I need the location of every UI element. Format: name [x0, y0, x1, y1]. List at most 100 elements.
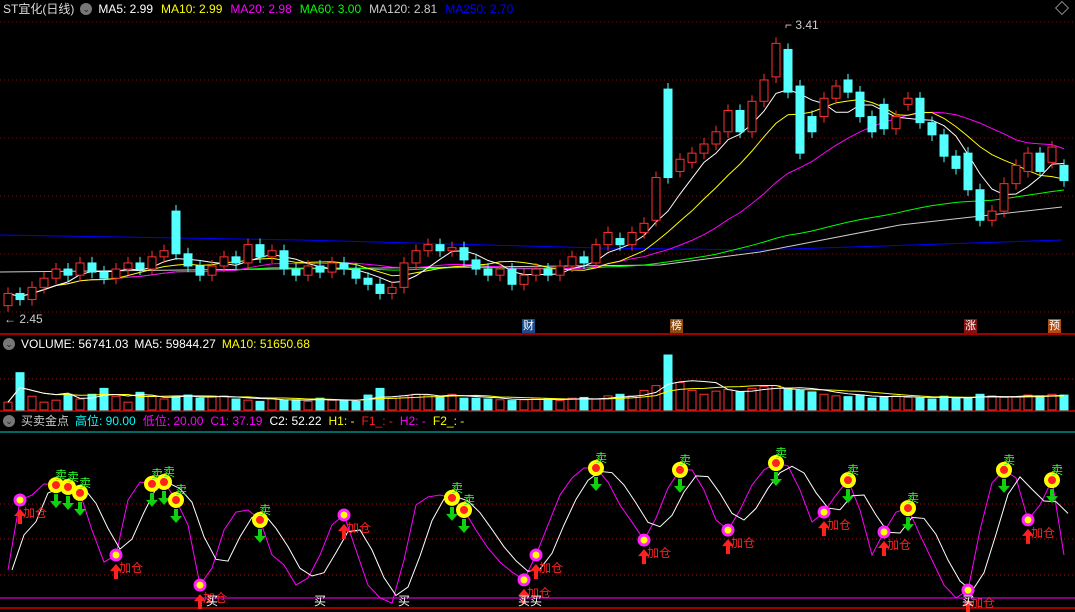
volume-bar [51, 399, 61, 411]
add-position-label: 加仓 [971, 596, 995, 610]
candle [963, 152, 973, 191]
sell-label: 卖 [1003, 453, 1015, 467]
volume-bar [891, 395, 901, 411]
volume-bar [807, 391, 817, 411]
candle [723, 109, 733, 133]
volume-bar [879, 396, 889, 411]
volume-bar [843, 396, 853, 411]
volume-bar [3, 401, 13, 411]
volume-bar [771, 385, 781, 411]
volume-bar [411, 393, 421, 411]
buy-label: 买 [398, 594, 410, 608]
add-position-label: 加仓 [23, 506, 47, 520]
candle [771, 42, 781, 78]
candle [231, 256, 241, 264]
volume-bar [111, 395, 121, 411]
add-position-label: 加仓 [827, 518, 851, 532]
volume-bar [651, 385, 661, 411]
candle [291, 268, 301, 276]
volume-bar [243, 399, 253, 411]
volume-bar [255, 400, 265, 411]
candle [531, 268, 541, 276]
down-arrow-icon [62, 495, 74, 510]
volume-bar [867, 397, 877, 411]
chart-canvas[interactable]: ⌐ 3.41← 2.45卖卖卖卖 卖卖卖卖卖卖卖卖卖卖卖卖加仓加仓加仓加仓加仓加仓… [0, 0, 1075, 612]
down-arrow-icon [170, 509, 182, 524]
candle [267, 250, 277, 258]
add-position-label: 加仓 [347, 521, 371, 535]
volume-bar [663, 354, 673, 411]
candle [315, 265, 325, 273]
volume-bar [303, 400, 313, 411]
volume-bar [459, 397, 469, 411]
add-point-icon [13, 493, 27, 507]
down-arrow-icon [590, 477, 602, 492]
volume-bar [831, 395, 841, 411]
candle [447, 247, 457, 252]
candle [879, 103, 889, 130]
sell-label: 卖 [775, 446, 787, 460]
high-price-label: ⌐ 3.41 [785, 18, 819, 32]
candle [615, 238, 625, 246]
volume-bar [231, 398, 241, 411]
volume-bar [495, 399, 505, 411]
volume-bar [207, 395, 217, 411]
volume-bar [567, 397, 577, 411]
down-arrow-icon [998, 478, 1010, 493]
volume-bar [507, 400, 517, 411]
candle [27, 286, 37, 301]
candle [195, 265, 205, 276]
buy-label: 买 [962, 594, 974, 608]
add-point-icon [517, 573, 531, 587]
volume-bar [531, 397, 541, 411]
candle [567, 256, 577, 267]
volume-bar [327, 399, 337, 411]
volume-bar [363, 394, 373, 411]
volume-bar [291, 399, 301, 411]
sell-label: 卖 [175, 483, 187, 497]
volume-bar [639, 389, 649, 411]
volume-bar [963, 397, 973, 411]
candle [411, 250, 421, 264]
candle [255, 244, 265, 258]
candle [915, 97, 925, 124]
volume-bar [87, 393, 97, 411]
candle [351, 268, 361, 279]
volume-bar [63, 393, 73, 411]
candle [855, 91, 865, 118]
volume-bar [687, 389, 697, 411]
candle [3, 292, 13, 307]
candle [891, 116, 901, 130]
add-point-icon [877, 525, 891, 539]
buy-label: 买 [518, 594, 530, 608]
candle [135, 262, 145, 270]
candle [327, 262, 337, 273]
candle [459, 247, 469, 261]
buy-label: 买 [206, 594, 218, 608]
candle [87, 262, 97, 273]
volume-bar [339, 400, 349, 411]
sell-label: 卖 [163, 465, 175, 479]
volume-bar [183, 394, 193, 411]
candle [51, 268, 61, 279]
volume-bar [351, 400, 361, 411]
add-point-icon [637, 533, 651, 547]
candle [1047, 146, 1057, 163]
candle [99, 271, 109, 279]
candle [39, 277, 49, 288]
add-point-icon [1021, 513, 1035, 527]
volume-bar [75, 398, 85, 411]
volume-bar [915, 397, 925, 411]
candle [75, 262, 85, 276]
sell-label: 卖 [679, 453, 691, 467]
volume-bar [39, 401, 49, 411]
candle [843, 79, 853, 93]
volume-bar [195, 397, 205, 411]
candle [807, 116, 817, 133]
add-point-icon [721, 523, 735, 537]
ma120-line [0, 206, 1063, 273]
candle [423, 244, 433, 252]
volume-bar [735, 391, 745, 411]
candle [555, 265, 565, 276]
candle [759, 79, 769, 102]
